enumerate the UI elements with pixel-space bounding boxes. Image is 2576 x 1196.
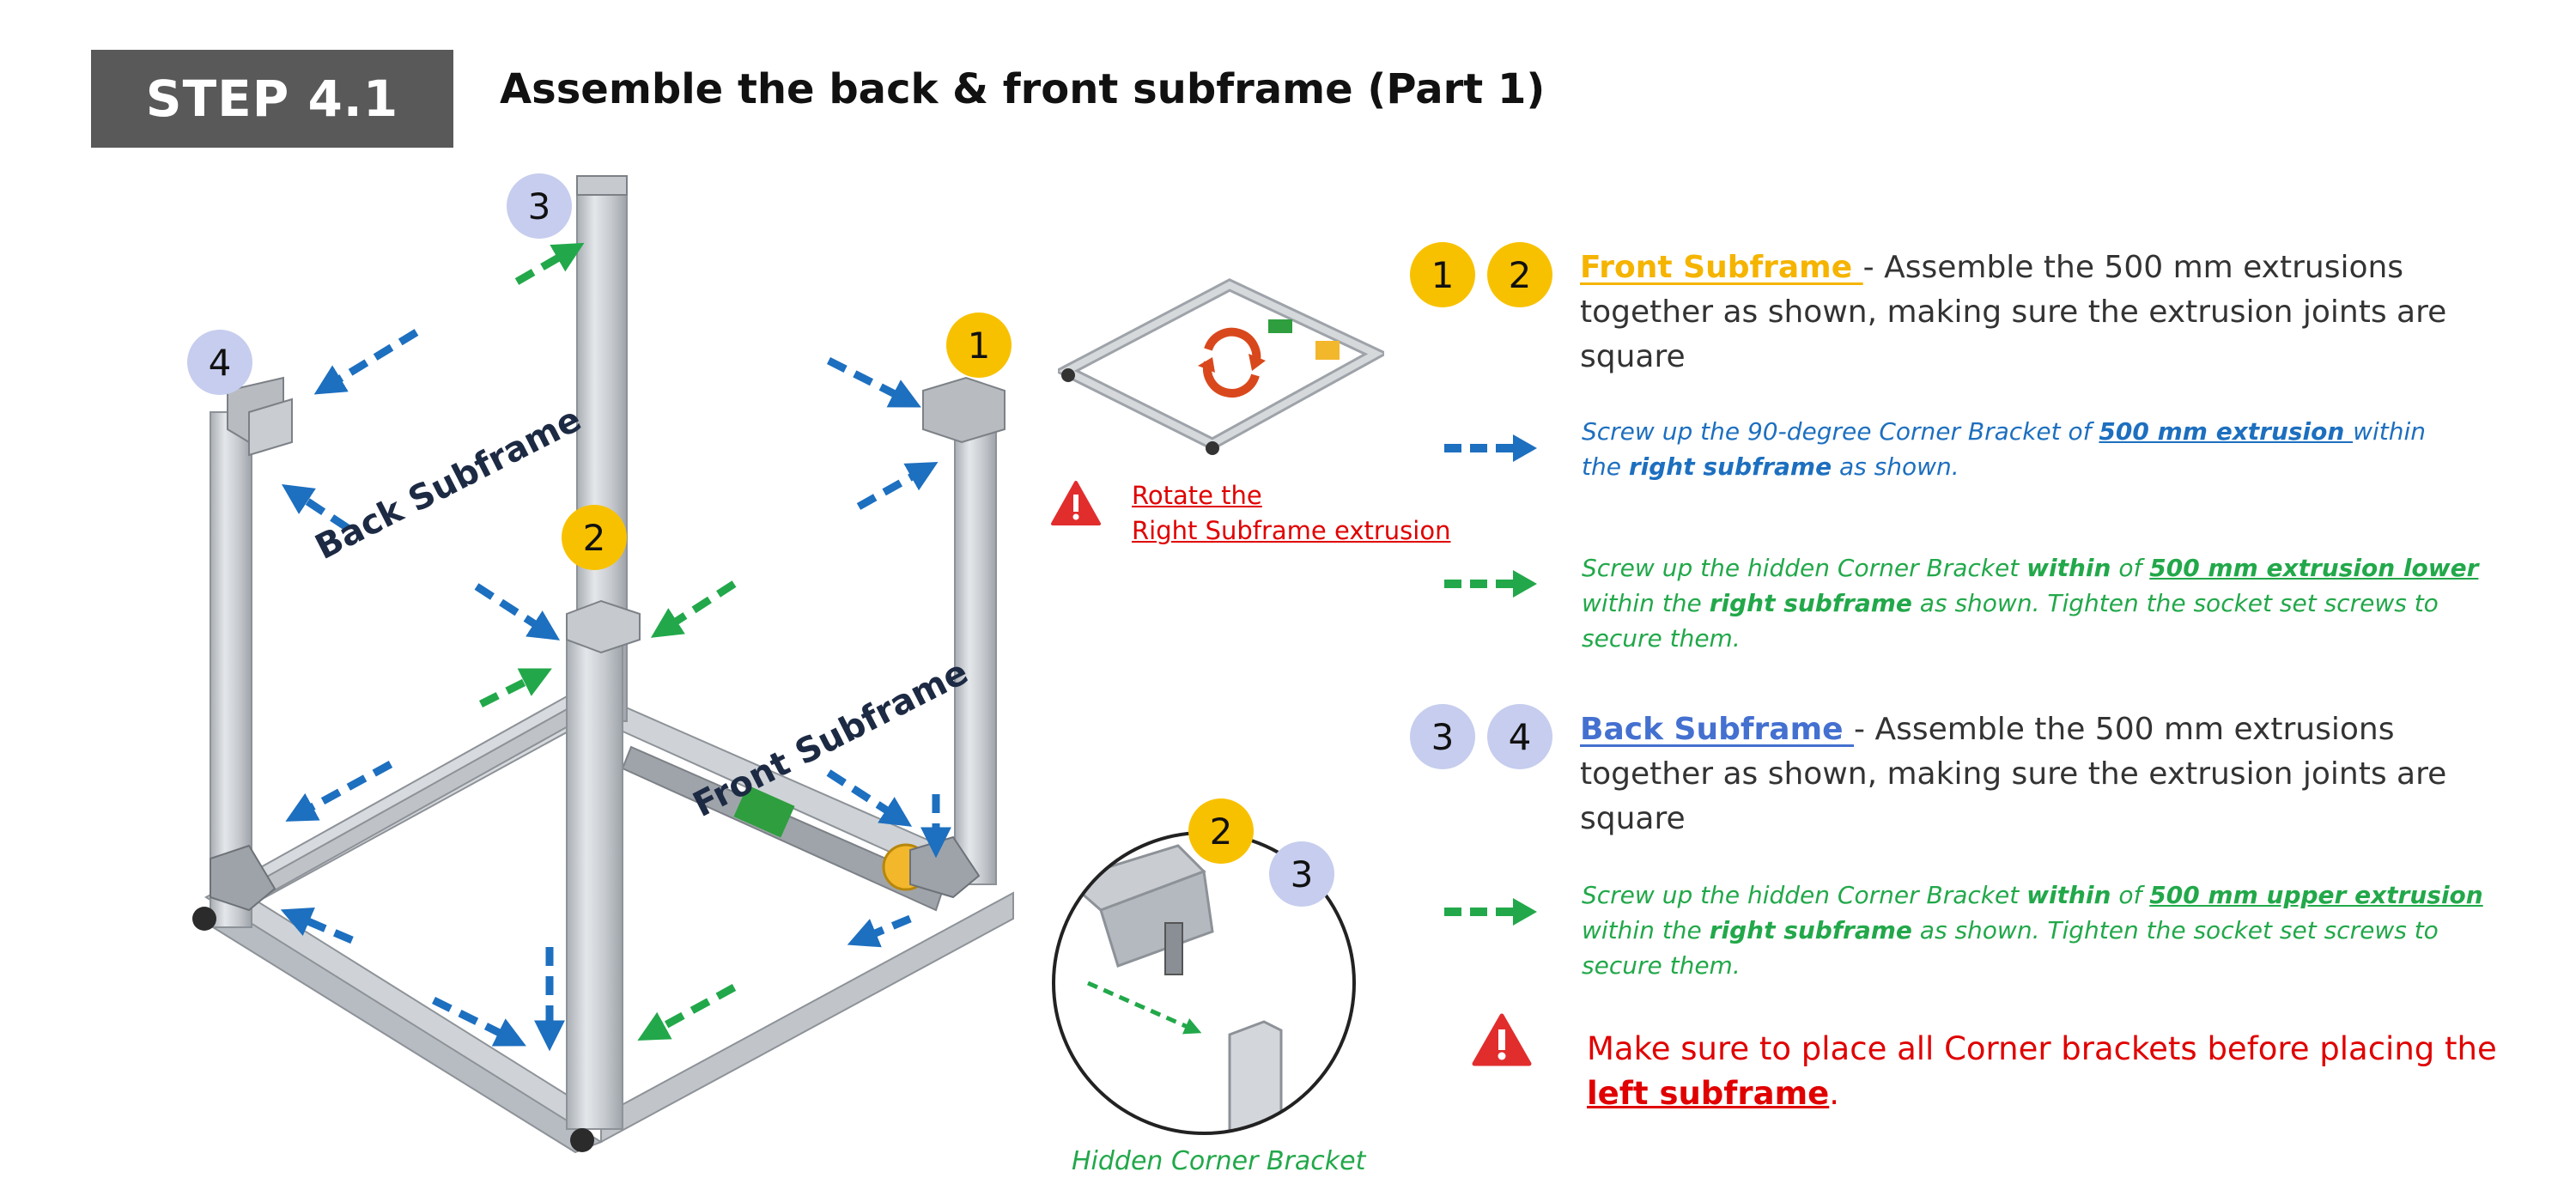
step-label: STEP 4.1 <box>145 70 399 128</box>
left-subframe-link: left subframe <box>1587 1075 1830 1112</box>
back-number-4: 4 <box>1487 704 1552 769</box>
blue-arrow-note: Screw up the 90-degree Corner Bracket of… <box>1582 417 2427 481</box>
marker-4: 4 <box>187 330 252 395</box>
detail-marker-3: 3 <box>1269 841 1334 907</box>
green-dashed-arrow-icon <box>1444 898 1537 926</box>
warning-icon <box>1051 481 1101 525</box>
blue-dashed-arrow-icon <box>1444 434 1537 462</box>
back-number-3: 3 <box>1410 704 1475 769</box>
front-center-upright <box>566 599 641 1130</box>
top-view-thumbnail <box>1058 278 1384 455</box>
green-dashed-arrow-icon <box>1444 570 1537 598</box>
front-subframe-heading: Front Subframe <box>1580 250 1863 285</box>
green-arrow-note-front: Screw up the hidden Corner Bracket withi… <box>1582 554 2479 653</box>
detail-marker-2: 2 <box>1188 798 1254 864</box>
back-left-upright <box>210 376 293 928</box>
step-badge: STEP 4.1 <box>91 50 453 148</box>
foot <box>192 907 216 931</box>
final-warning: Make sure to place all Corner brackets b… <box>1587 1030 2497 1112</box>
rotate-icon <box>1198 327 1266 398</box>
front-number-2: 2 <box>1487 242 1552 307</box>
foot <box>570 1128 594 1152</box>
marker-3: 3 <box>507 173 572 239</box>
rotate-note: Rotate the Right Subframe extrusion <box>1132 481 1451 545</box>
hidden-bracket-caption: Hidden Corner Bracket <box>1072 1146 1366 1176</box>
front-number-1: 1 <box>1410 242 1475 307</box>
front-subframe-text: Front Subframe - Assemble the 500 mm ext… <box>1580 250 2447 374</box>
marker-2: 2 <box>562 505 627 570</box>
warning-icon <box>1472 1013 1532 1066</box>
page-title: Assemble the back & front subframe (Part… <box>500 65 1546 113</box>
back-subframe-text: Back Subframe - Assemble the 500 mm extr… <box>1580 712 2447 836</box>
corner-bracket <box>210 844 276 912</box>
back-subframe-heading: Back Subframe <box>1580 712 1855 747</box>
marker-1: 1 <box>946 313 1012 378</box>
green-arrow-note-back: Screw up the hidden Corner Bracket withi… <box>1582 881 2483 980</box>
